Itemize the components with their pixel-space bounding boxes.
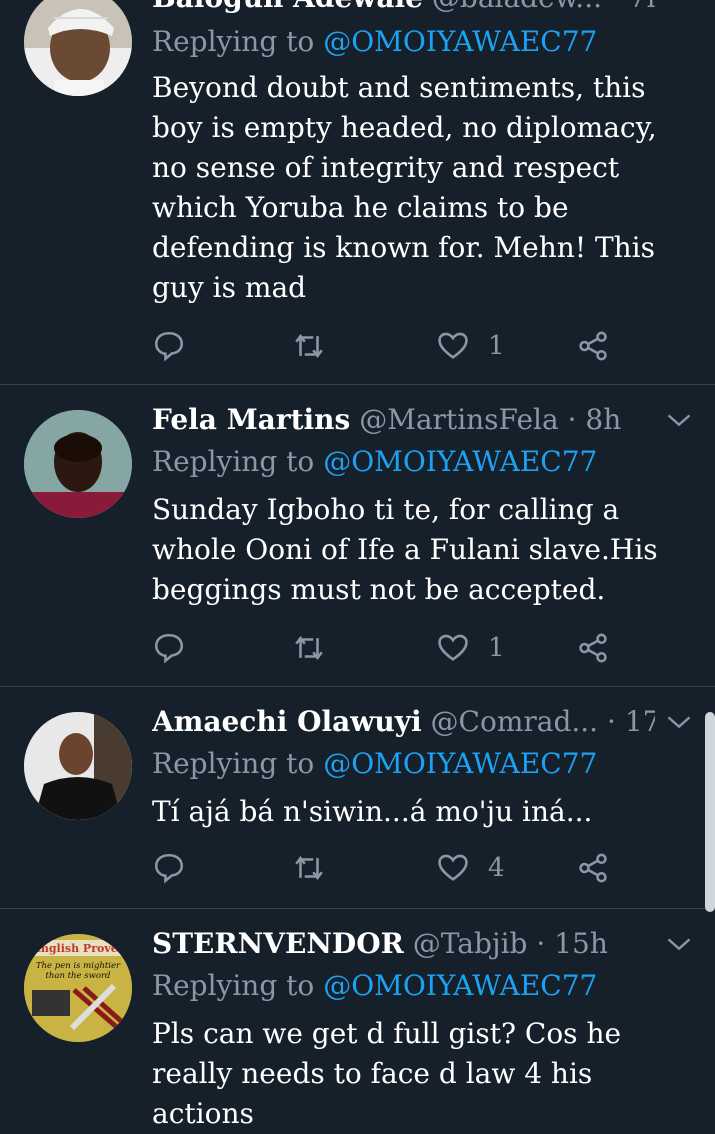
chevron-down-icon[interactable] (665, 708, 693, 736)
mention-link[interactable]: @OMOIYAWAEC77 (323, 25, 597, 58)
reply-button[interactable] (152, 626, 186, 670)
like-button[interactable]: 1 (436, 626, 505, 670)
replying-to: Replying to @OMOIYAWAEC77 (152, 966, 597, 1006)
separator-dot: · (536, 927, 546, 960)
chevron-down-icon[interactable] (665, 0, 693, 4)
like-icon (438, 332, 468, 359)
tweet-header: Balogun Adewale @baladew... · 7h (152, 0, 655, 18)
tweet-text: Sunday Igboho ti te, for calling a whole… (152, 493, 658, 606)
share-button[interactable] (576, 626, 610, 670)
mention-link[interactable]: @OMOIYAWAEC77 (323, 445, 597, 478)
share-icon (579, 633, 607, 663)
replying-to-label: Replying to (152, 969, 315, 1002)
replying-to: Replying to @OMOIYAWAEC77 (152, 22, 597, 62)
chevron-down-icon[interactable] (665, 406, 693, 434)
tweet[interactable]: English Prover The pen is mightier than … (0, 924, 715, 1130)
replying-to-label: Replying to (152, 747, 315, 780)
share-button[interactable] (576, 846, 610, 890)
timestamp[interactable]: 8h (585, 403, 621, 436)
like-button[interactable]: 1 (436, 324, 505, 368)
like-button[interactable]: 4 (436, 846, 505, 890)
display-name[interactable]: Amaechi Olawuyi (152, 705, 422, 738)
user-handle[interactable]: @Tabjib (413, 927, 528, 960)
avatar-text: English Prover (32, 942, 123, 955)
display-name[interactable]: STERNVENDOR (152, 927, 404, 960)
retweet-icon (295, 635, 323, 661)
tweet[interactable]: Amaechi Olawuyi @Comrad... · 17h Replyin… (0, 702, 715, 908)
user-handle[interactable]: @baladew... (432, 0, 602, 14)
scrollbar[interactable] (705, 712, 715, 912)
tweet-actions: 4 (152, 846, 632, 890)
reply-button[interactable] (152, 324, 186, 368)
retweet-icon (295, 333, 323, 359)
reply-icon (154, 331, 184, 362)
avatar[interactable] (24, 0, 132, 96)
retweet-button[interactable] (292, 324, 326, 368)
tweet-text: Beyond doubt and sentiments, this boy is… (152, 71, 657, 304)
tweet-header: Fela Martins @MartinsFela · 8h (152, 400, 655, 440)
avatar-text: The pen is mightier (36, 961, 121, 971)
display-name[interactable]: Balogun Adewale (152, 0, 423, 14)
replying-to: Replying to @OMOIYAWAEC77 (152, 744, 597, 784)
display-name[interactable]: Fela Martins (152, 403, 350, 436)
like-count: 1 (488, 331, 505, 361)
replying-to-label: Replying to (152, 445, 315, 478)
tweet-actions: 1 (152, 324, 632, 368)
divider (0, 908, 715, 909)
chevron-down-icon[interactable] (665, 930, 693, 958)
user-handle[interactable]: @Comrad... (431, 705, 599, 738)
replying-to: Replying to @OMOIYAWAEC77 (152, 442, 597, 482)
like-icon (438, 634, 468, 661)
separator-dot: · (567, 403, 577, 436)
user-handle[interactable]: @MartinsFela (359, 403, 558, 436)
reply-icon (154, 633, 184, 664)
tweet-text: Pls can we get d full gist? Cos he reall… (152, 1017, 622, 1130)
timestamp[interactable]: 17h (625, 705, 655, 738)
avatar-text: than the sword (45, 971, 111, 981)
like-count: 4 (488, 853, 505, 883)
avatar[interactable] (24, 712, 132, 820)
reply-icon (154, 853, 184, 884)
separator-dot: · (611, 0, 620, 14)
tweet-header: STERNVENDOR @Tabjib · 15h (152, 924, 655, 964)
share-icon (579, 331, 607, 361)
mention-link[interactable]: @OMOIYAWAEC77 (323, 747, 597, 780)
reply-button[interactable] (152, 846, 186, 890)
like-count: 1 (488, 633, 505, 663)
share-button[interactable] (576, 324, 610, 368)
avatar[interactable]: English Prover The pen is mightier than … (24, 934, 132, 1042)
tweet-header: Amaechi Olawuyi @Comrad... · 17h (152, 702, 655, 742)
retweet-button[interactable] (292, 626, 326, 670)
tweet[interactable]: Balogun Adewale @baladew... · 7h Replyin… (0, 0, 715, 384)
retweet-button[interactable] (292, 846, 326, 890)
divider (0, 686, 715, 687)
timestamp[interactable]: 7h (629, 0, 655, 14)
retweet-icon (295, 855, 323, 881)
share-icon (579, 853, 607, 883)
tweet[interactable]: Fela Martins @MartinsFela · 8h Replying … (0, 400, 715, 686)
separator-dot: · (607, 705, 616, 738)
timestamp[interactable]: 15h (554, 927, 608, 960)
avatar[interactable] (24, 410, 132, 518)
like-icon (438, 854, 468, 881)
divider (0, 384, 715, 385)
replying-to-label: Replying to (152, 25, 315, 58)
mention-link[interactable]: @OMOIYAWAEC77 (323, 969, 597, 1002)
tweet-text: Tí ajá bá n'siwin...á mo'ju iná... (152, 795, 593, 828)
tweet-actions: 1 (152, 626, 632, 670)
